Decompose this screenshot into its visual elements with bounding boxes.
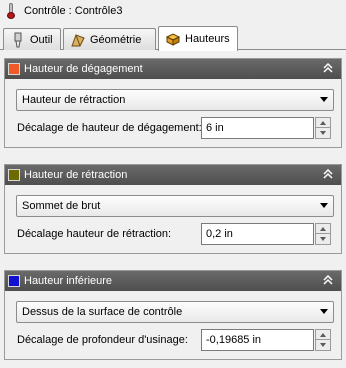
title-bar: Contrôle : Contrôle3	[0, 0, 346, 22]
collapse-icon[interactable]	[321, 167, 335, 181]
panel-title: Hauteur de dégagement	[24, 63, 143, 75]
collapse-icon[interactable]	[321, 273, 335, 287]
spinner-up-icon[interactable]	[316, 224, 330, 234]
heights-icon	[165, 31, 181, 47]
color-swatch	[8, 169, 20, 181]
panel-hauteur-inferieure: Hauteur inférieure Dessus de la surface …	[4, 270, 342, 360]
chevron-down-icon	[320, 309, 328, 314]
retract-height-dropdown[interactable]: Sommet de brut	[16, 195, 334, 217]
tab-hauteurs[interactable]: Hauteurs	[158, 26, 238, 51]
panel-header[interactable]: Hauteur de rétraction	[5, 165, 341, 185]
panel-hauteur-degagement: Hauteur de dégagement Hauteur de rétract…	[4, 58, 342, 148]
clearance-offset-input[interactable]: 6 in	[201, 117, 314, 139]
spinner-down-icon[interactable]	[316, 128, 330, 138]
field-value: 0,2 in	[206, 228, 233, 240]
collapse-icon[interactable]	[321, 61, 335, 75]
spinner-up-icon[interactable]	[316, 330, 330, 340]
spinner-down-icon[interactable]	[316, 234, 330, 244]
panel-header[interactable]: Hauteur inférieure	[5, 271, 341, 291]
retract-offset-spinner[interactable]	[315, 223, 331, 245]
thermometer-icon	[6, 3, 16, 19]
depth-offset-spinner[interactable]	[315, 329, 331, 351]
color-swatch	[8, 275, 20, 287]
chevron-down-icon	[320, 203, 328, 208]
tab-geometrie[interactable]: Géométrie	[63, 28, 156, 50]
panel-hauteur-retraction: Hauteur de rétraction Sommet de brut Déc…	[4, 164, 342, 254]
tab-bar: Outil Géométrie Hauteurs	[0, 26, 346, 51]
field-label: Décalage hauteur de rétraction:	[17, 228, 172, 240]
tab-label: Outil	[30, 33, 53, 46]
clearance-offset-spinner[interactable]	[315, 117, 331, 139]
panel-title: Hauteur inférieure	[24, 275, 113, 287]
spinner-up-icon[interactable]	[316, 118, 330, 128]
color-swatch	[8, 63, 20, 75]
field-label: Décalage de hauteur de dégagement:	[17, 122, 202, 134]
spinner-down-icon[interactable]	[316, 340, 330, 350]
clearance-height-dropdown[interactable]: Hauteur de rétraction	[16, 89, 334, 111]
field-value: 6 in	[206, 122, 224, 134]
window-title: Contrôle : Contrôle3	[24, 5, 123, 17]
field-value: -0,19685 in	[206, 334, 262, 346]
chevron-down-icon	[320, 97, 328, 102]
dropdown-value: Dessus de la surface de contrôle	[22, 306, 183, 318]
retract-offset-input[interactable]: 0,2 in	[201, 223, 314, 245]
panel-title: Hauteur de rétraction	[24, 169, 128, 181]
bottom-height-dropdown[interactable]: Dessus de la surface de contrôle	[16, 301, 334, 323]
panel-header[interactable]: Hauteur de dégagement	[5, 59, 341, 79]
depth-offset-input[interactable]: -0,19685 in	[201, 329, 314, 351]
dropdown-value: Hauteur de rétraction	[22, 94, 126, 106]
field-label: Décalage de profondeur d'usinage:	[17, 334, 188, 346]
tool-icon	[10, 32, 26, 48]
tab-outil[interactable]: Outil	[3, 28, 61, 50]
geometry-icon	[70, 32, 86, 48]
tab-label: Géométrie	[90, 33, 142, 46]
dropdown-value: Sommet de brut	[22, 200, 101, 212]
tab-label: Hauteurs	[185, 33, 230, 45]
